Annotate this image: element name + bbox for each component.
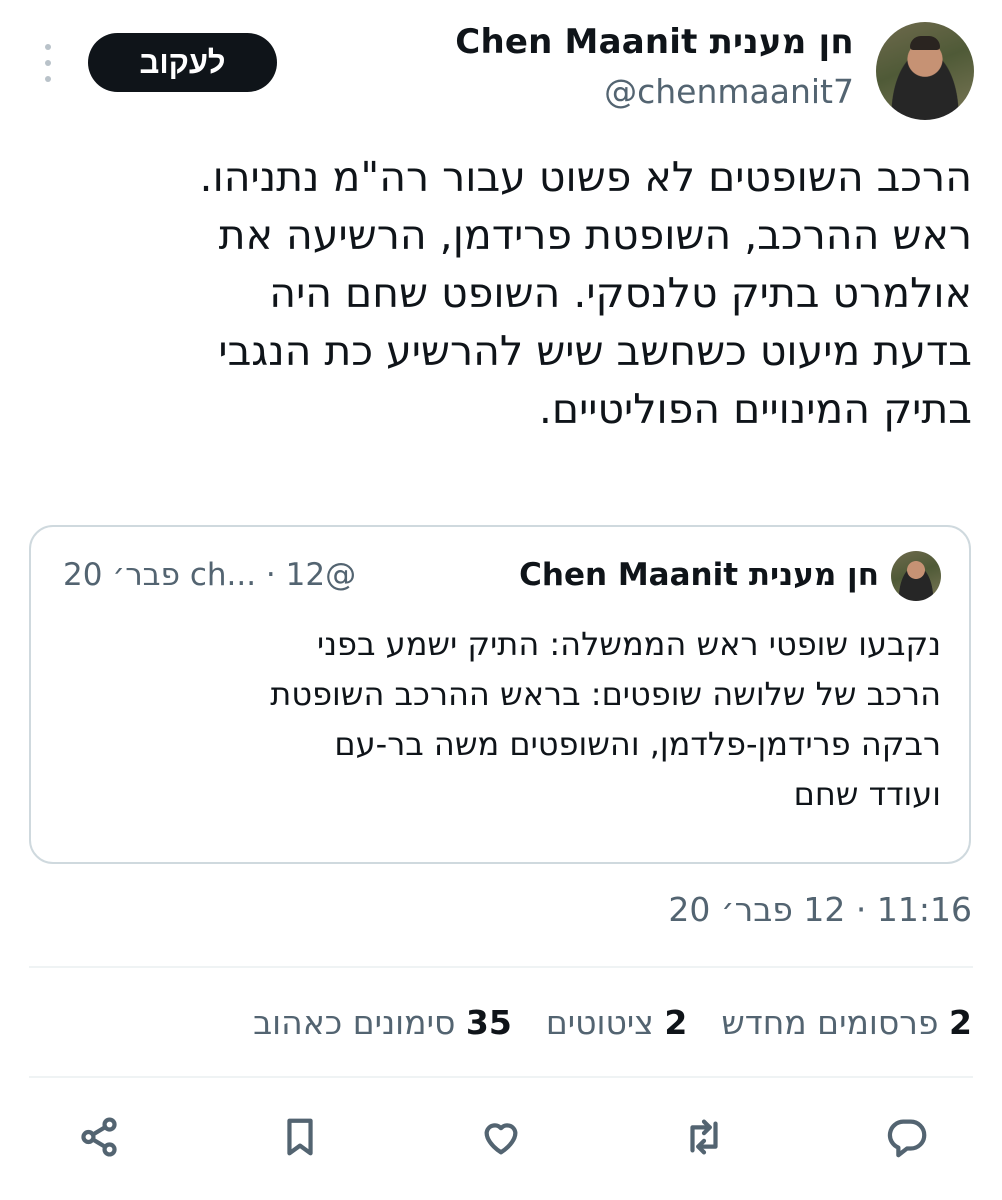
share-icon: [81, 1117, 117, 1157]
share-button[interactable]: [72, 1110, 126, 1164]
reply-icon: [887, 1119, 927, 1158]
retweets-count: 2: [949, 1003, 972, 1042]
quotes-stat[interactable]: 2 ציטוטים: [546, 1003, 688, 1042]
quoted-text-line: הרכב של שלושה שופטים: בראש ההרכב השופטת: [270, 675, 941, 713]
more-options-icon[interactable]: [38, 44, 58, 82]
follow-button[interactable]: לעקוב: [88, 33, 277, 92]
retweets-label: פרסומים מחדש: [721, 1003, 939, 1042]
author-display-name[interactable]: חן מענית Chen Maanit: [455, 22, 854, 62]
tweet-text-line: ראש ההרכב, השופטת פרידמן, הרשיעה את: [218, 211, 972, 259]
quoted-tweet-text: נקבעו שופטי ראש הממשלה: התיק ישמע בפני ה…: [59, 619, 941, 819]
likes-count: 35: [465, 1003, 512, 1042]
bookmark-button[interactable]: [273, 1110, 327, 1164]
retweet-icon: [690, 1119, 718, 1155]
quoted-text-line: ועודד שחם: [793, 775, 941, 813]
divider: [29, 966, 973, 968]
likes-stat[interactable]: 35 סימונים כאהוב: [253, 1003, 512, 1042]
author-avatar[interactable]: [876, 22, 974, 120]
quoted-text-line: רבקה פרידמן-פלדמן, והשופטים משה בר-עם: [334, 725, 941, 763]
divider: [29, 1076, 973, 1078]
reply-button[interactable]: [880, 1110, 934, 1164]
quoted-author-avatar: [891, 551, 941, 601]
tweet-stats: 2 פרסומים מחדש 2 ציטוטים 35 סימונים כאהו…: [253, 1003, 972, 1042]
tweet-text-line: בתיק המינויים הפוליטיים.: [538, 385, 972, 433]
quoted-text-line: נקבעו שופטי ראש הממשלה: התיק ישמע בפני: [317, 625, 941, 663]
tweet-text: הרכב השופטים לא פשוט עבור רה"מ נתניהו. ר…: [28, 148, 972, 438]
quoted-author-name: חן מענית Chen Maanit: [519, 557, 879, 593]
retweet-button[interactable]: [677, 1110, 731, 1164]
quotes-count: 2: [664, 1003, 688, 1042]
tweet-text-line: בדעת מיעוט כשחשב שיש להרשיע כת הנגבי: [218, 327, 972, 375]
quoted-tweet-meta: @ch... · 12 פבר׳ 20: [63, 557, 357, 593]
bookmark-icon: [287, 1118, 313, 1156]
quotes-label: ציטוטים: [545, 1003, 654, 1042]
tweet-timestamp[interactable]: 11:16 · 12 פבר׳ 20: [668, 890, 972, 929]
tweet-text-line: הרכב השופטים לא פשוט עבור רה"מ נתניהו.: [199, 153, 972, 201]
likes-label: סימונים כאהוב: [253, 1003, 456, 1042]
heart-icon: [484, 1123, 518, 1155]
quoted-tweet[interactable]: חן מענית Chen Maanit @ch... · 12 פבר׳ 20…: [29, 525, 971, 864]
tweet-text-line: אולמרט בתיק טלנסקי. השופט שחם היה: [269, 269, 972, 317]
like-button[interactable]: [474, 1110, 528, 1164]
retweets-stat[interactable]: 2 פרסומים מחדש: [721, 1003, 972, 1042]
author-handle[interactable]: @chenmaanit7: [604, 72, 854, 111]
